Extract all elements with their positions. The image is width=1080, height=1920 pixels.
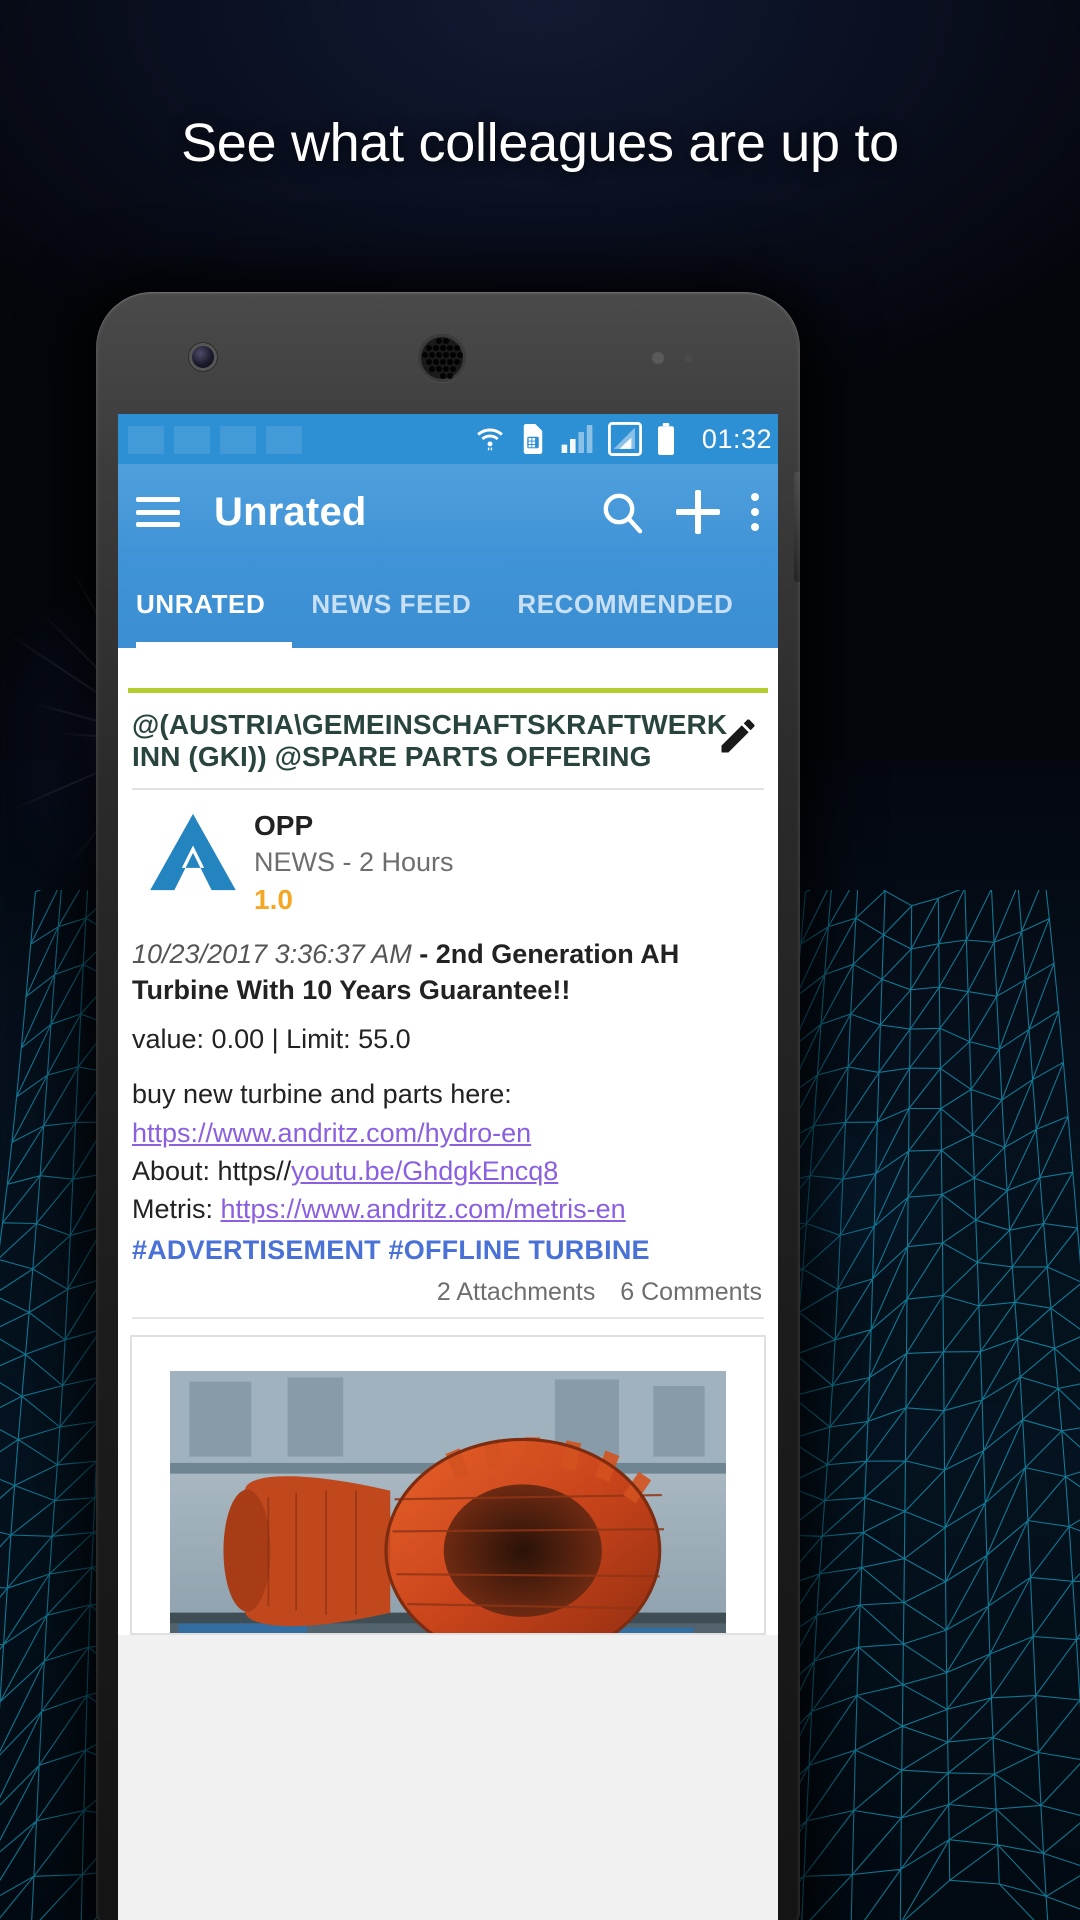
app-bar-actions	[598, 488, 760, 536]
earpiece-speaker-icon	[418, 334, 466, 382]
status-bar-notifications	[128, 426, 302, 454]
post-timestamp: 10/23/2017 3:36:37 AM	[132, 939, 412, 969]
signal-bars-icon	[560, 425, 594, 453]
post-counts: 2 Attachments 6 Comments	[118, 1266, 778, 1317]
orange-turbine-stator-photo	[170, 1371, 726, 1633]
metris-label: Metris:	[132, 1194, 221, 1224]
author-meta: OPP NEWS - 2 Hours 1.0	[254, 806, 454, 916]
post-rating: 1.0	[254, 884, 454, 916]
pencil-edit-icon[interactable]	[716, 714, 760, 758]
promo-headline: See what colleagues are up to	[0, 112, 1080, 174]
notification-placeholder-icon	[128, 426, 164, 454]
hamburger-menu-icon[interactable]	[136, 497, 180, 527]
link-andritz-hydro[interactable]: https://www.andritz.com/hydro-en	[132, 1118, 531, 1148]
tab-news-feed[interactable]: NEWS FEED	[311, 589, 471, 620]
active-tab-indicator	[136, 642, 292, 648]
phone-mockup: 01:32 Unrated UNRATED NEWS FEED RECOMMEN…	[96, 292, 800, 1920]
comment-count[interactable]: 6 Comments	[620, 1278, 762, 1306]
post-headline-block: 10/23/2017 3:36:37 AM - 2nd Generation A…	[118, 922, 778, 1008]
andritz-logo-icon	[146, 812, 240, 892]
content-top-spacer	[118, 648, 778, 688]
author-logo-wrap	[132, 806, 254, 916]
phone-power-button	[794, 472, 800, 582]
feed-content[interactable]: @(AUSTRIA\GEMEINSCHAFTSKRAFTWERK INN (GK…	[118, 648, 778, 1920]
link-youtube[interactable]: youtu.be/GhdgkEncq8	[291, 1156, 558, 1186]
post-title-line1: @(AUSTRIA\GEMEINSCHAFTSKRAFTWERK	[132, 709, 727, 740]
phone-top-bezel	[96, 292, 800, 414]
post-title: @(AUSTRIA\GEMEINSCHAFTSKRAFTWERK INN (GK…	[118, 693, 778, 788]
signal-bars-boxed-icon	[608, 422, 642, 456]
tab-unrated[interactable]: UNRATED	[136, 589, 265, 620]
post-title-line2: INN (GKI)) @SPARE PARTS OFFERING	[132, 741, 651, 772]
notification-placeholder-icon	[266, 426, 302, 454]
tab-recommended[interactable]: RECOMMENDED	[517, 589, 733, 620]
attachment-photo	[170, 1371, 726, 1633]
links-intro: buy new turbine and parts here:	[132, 1079, 512, 1109]
status-bar: 01:32	[118, 414, 778, 464]
sim-card-icon	[520, 424, 546, 454]
battery-icon	[656, 423, 676, 455]
proximity-sensor-icon	[652, 352, 664, 364]
post-hashtags[interactable]: #ADVERTISEMENT #OFFLINE TURBINE	[118, 1229, 778, 1266]
notification-placeholder-icon	[220, 426, 256, 454]
post-headline-dash: -	[412, 939, 436, 969]
notification-placeholder-icon	[174, 426, 210, 454]
post-attachment[interactable]	[118, 1319, 778, 1635]
status-bar-icons: 01:32	[474, 422, 772, 456]
post-author-row: OPP NEWS - 2 Hours 1.0	[118, 790, 778, 922]
feed-post-card[interactable]: @(AUSTRIA\GEMEINSCHAFTSKRAFTWERK INN (GK…	[118, 688, 778, 1635]
app-bar: Unrated	[118, 464, 778, 560]
more-vertical-icon[interactable]	[750, 493, 760, 531]
link-andritz-metris[interactable]: https://www.andritz.com/metris-en	[221, 1194, 626, 1224]
status-bar-clock: 01:32	[702, 424, 772, 455]
post-values-line: value: 0.00 | Limit: 55.0	[118, 1008, 778, 1055]
phone-screen: 01:32 Unrated UNRATED NEWS FEED RECOMMEN…	[118, 414, 778, 1920]
post-category-time: NEWS - 2 Hours	[254, 845, 454, 880]
author-name: OPP	[254, 808, 454, 843]
post-links-block: buy new turbine and parts here: https://…	[118, 1055, 778, 1228]
search-icon[interactable]	[598, 488, 646, 536]
tab-bar: UNRATED NEWS FEED RECOMMENDED RELE	[118, 560, 778, 648]
add-button[interactable]	[676, 490, 720, 534]
about-label: About: https//	[132, 1156, 291, 1186]
attachment-count: 2 Attachments	[437, 1278, 595, 1306]
wifi-icon	[474, 425, 506, 453]
attachment-photo-frame[interactable]	[130, 1335, 766, 1635]
front-camera-icon	[192, 346, 214, 368]
light-sensor-icon	[684, 354, 693, 363]
page-title: Unrated	[214, 490, 367, 535]
